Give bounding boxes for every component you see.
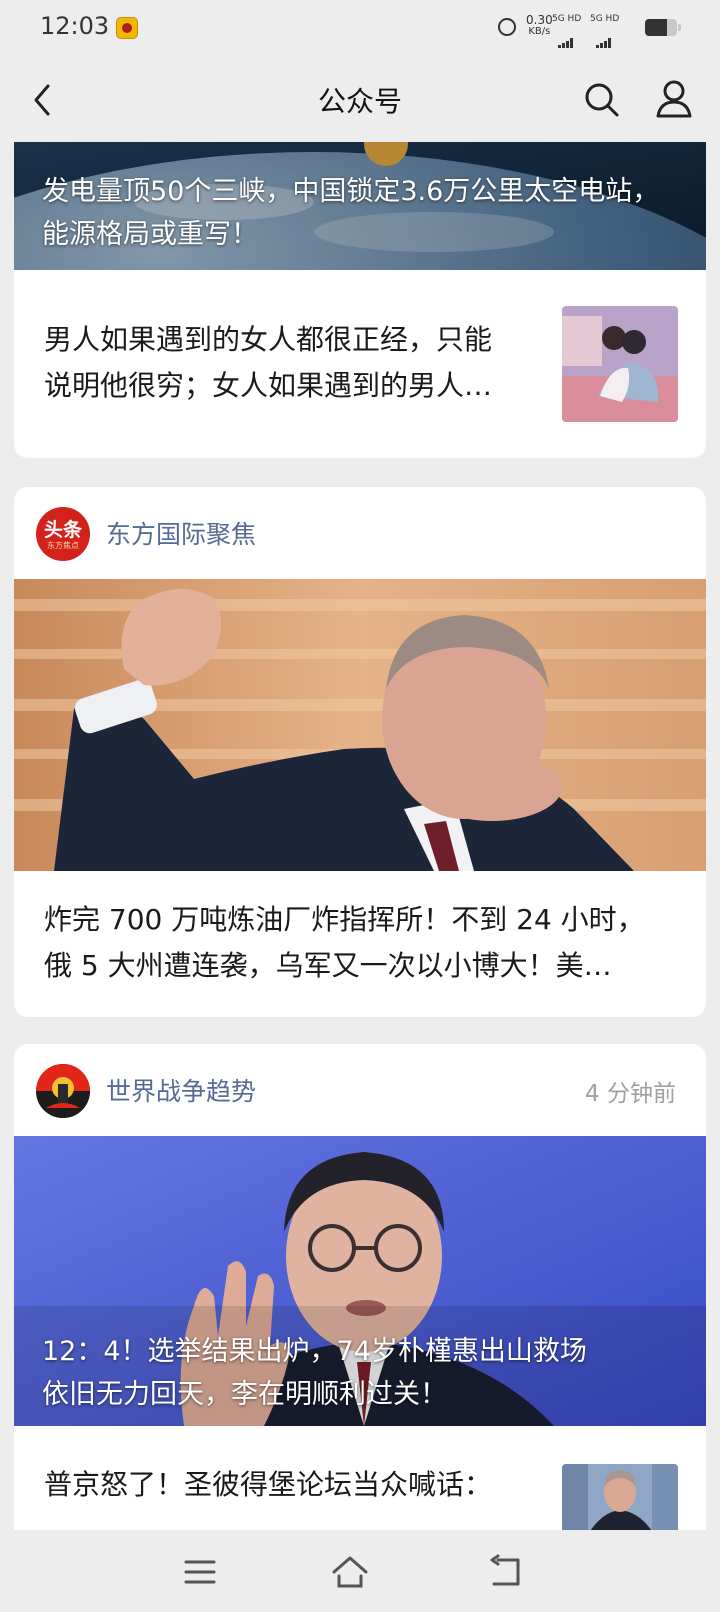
account-name[interactable]: 世界战争趋势 xyxy=(106,1072,256,1108)
account-header[interactable]: 世界战争趋势 4 分钟前 xyxy=(14,1044,706,1136)
account-avatar[interactable]: 头条 东方焦点 xyxy=(36,507,90,561)
article-image[interactable] xyxy=(14,579,706,871)
article-title-line: 说明他很穷；女人如果遇到的男人… xyxy=(44,369,493,402)
article-title-line: 俄 5 大州遭连袭，乌军又一次以小博大！美… xyxy=(44,949,612,982)
speaker-photo xyxy=(14,579,706,871)
menu-icon[interactable] xyxy=(180,1552,220,1592)
post-time: 4 分钟前 xyxy=(585,1081,676,1107)
banner-title: 发电量顶50个三峡，中国锁定3.6万公里太空电站，能源格局或重写！ xyxy=(42,176,660,250)
search-icon[interactable] xyxy=(582,80,622,120)
account-avatar[interactable] xyxy=(36,1064,90,1118)
network-speed: 0.30 KB/s xyxy=(526,13,553,37)
signal-icon-2 xyxy=(596,29,612,48)
top-nav-bar: 公众号 xyxy=(0,56,720,142)
home-icon[interactable] xyxy=(330,1552,370,1592)
notification-app-icon xyxy=(116,17,138,39)
sim2-label: 5G HD xyxy=(590,14,620,24)
article-card[interactable]: 头条 东方焦点 东方国际聚焦 炸完 700 万吨炼油厂炸指挥所！不到 24 小时… xyxy=(14,487,706,1017)
article-card[interactable]: 发电量顶50个三峡，中国锁定3.6万公里太空电站，能源格局或重写！ 男人如果遇到… xyxy=(14,142,706,458)
status-bar: 12:03 0.30 KB/s 5G HD 5G HD xyxy=(0,0,720,56)
battery-icon xyxy=(645,19,677,36)
article-thumbnail xyxy=(562,1464,678,1534)
sim1-label: 5G HD xyxy=(552,14,582,24)
article-banner[interactable]: 发电量顶50个三峡，中国锁定3.6万公里太空电站，能源格局或重写！ xyxy=(14,142,706,270)
system-nav-bar xyxy=(0,1530,720,1612)
article-thumbnail xyxy=(562,306,678,422)
article-banner[interactable]: 12：4！选举结果出炉，74岁朴槿惠出山救场 依旧无力回天，李在明顺利过关！ xyxy=(14,1136,706,1426)
article-title-line: 普京怒了！圣彼得堡论坛当众喊话： xyxy=(44,1468,493,1501)
article-title-line: 炸完 700 万吨炼油厂炸指挥所！不到 24 小时， xyxy=(44,903,645,936)
status-time: 12:03 xyxy=(40,12,110,40)
article-title-line: 男人如果遇到的女人都很正经，只能 xyxy=(44,323,493,356)
article-card[interactable]: 世界战争趋势 4 分钟前 12：4！选举结果出炉，74岁朴槿惠出山救场 依旧无力… xyxy=(14,1044,706,1534)
banner-title: 12：4！选举结果出炉，74岁朴槿惠出山救场 依旧无力回天，李在明顺利过关！ xyxy=(42,1336,587,1410)
account-name[interactable]: 东方国际聚焦 xyxy=(106,515,256,551)
return-icon[interactable] xyxy=(486,1552,526,1592)
alarm-icon xyxy=(498,18,516,36)
signal-icon xyxy=(558,29,574,48)
account-header[interactable]: 头条 东方焦点 东方国际聚焦 xyxy=(14,487,706,579)
user-icon[interactable] xyxy=(654,78,694,120)
